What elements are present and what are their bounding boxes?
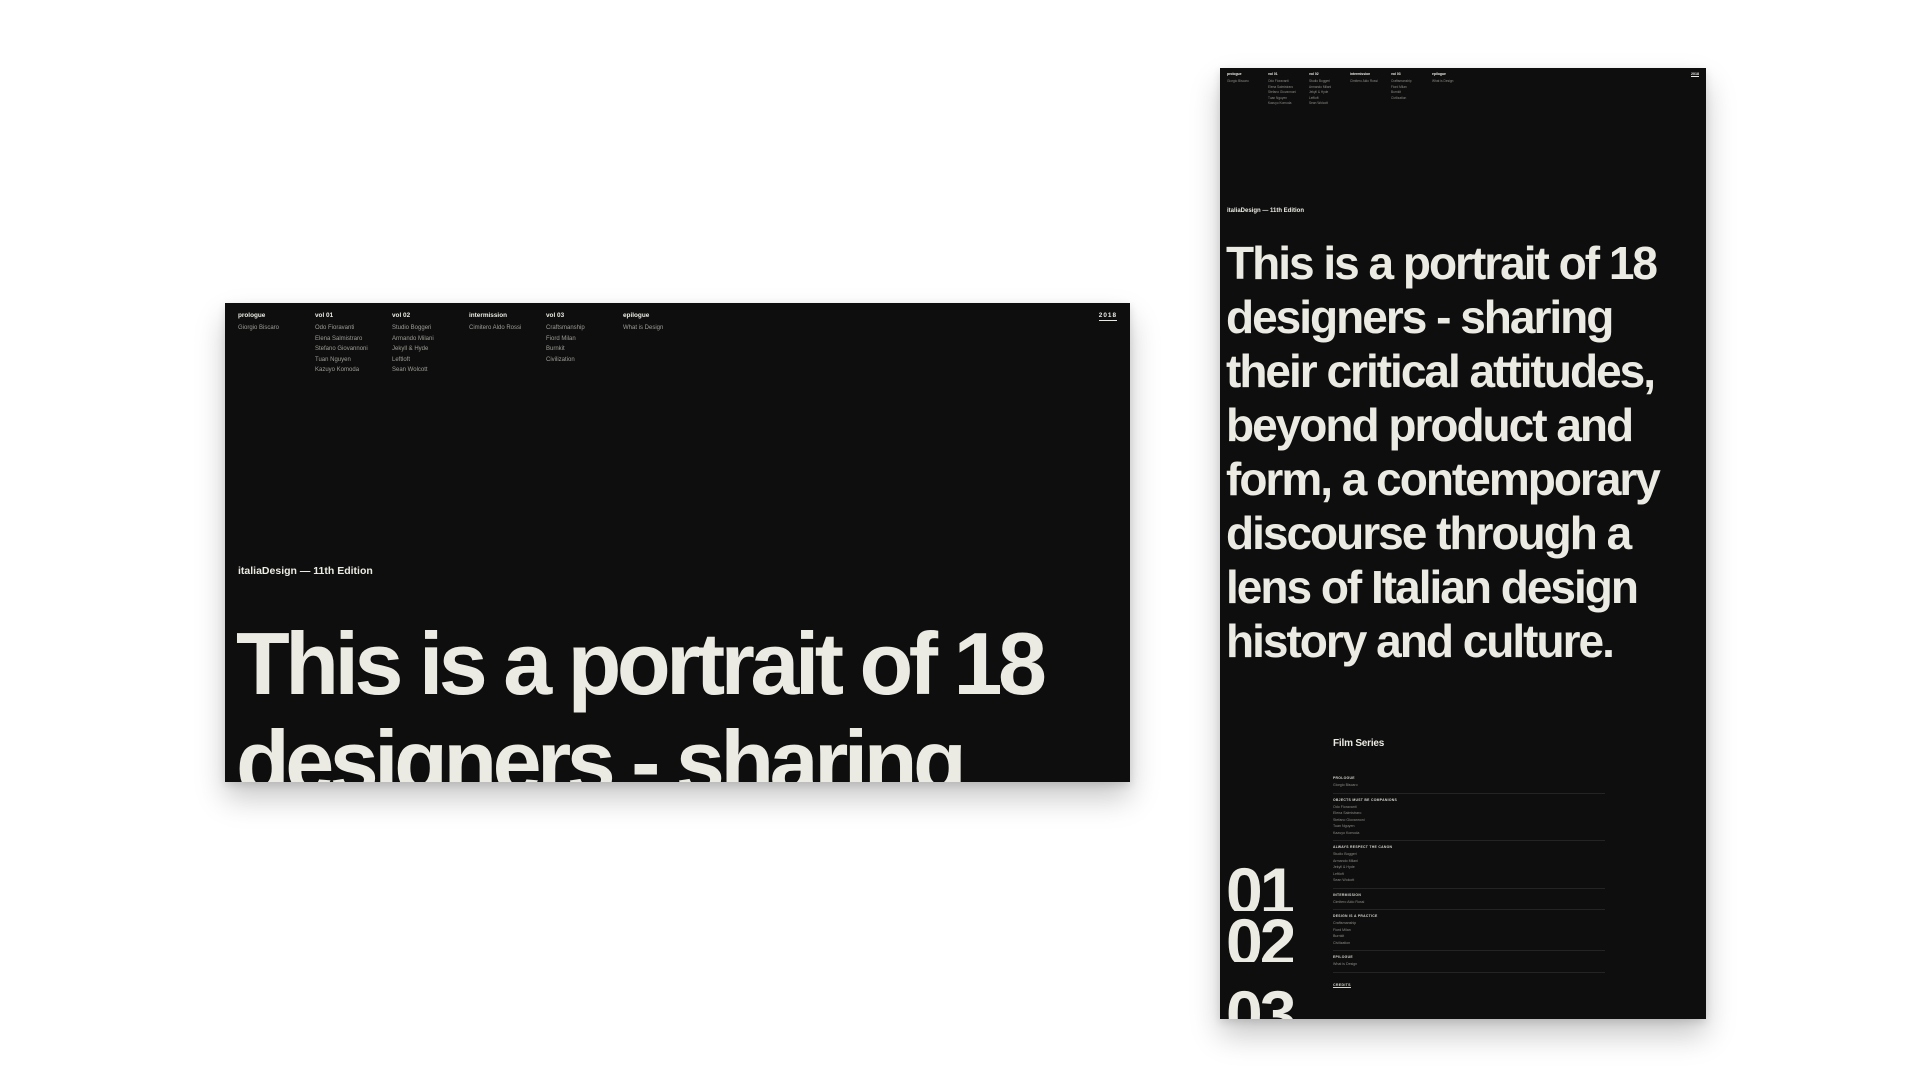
- mobile-screen: prologue Giorgio Biscaro vol 01 Odo Fiorava…: [1220, 68, 1706, 1019]
- desktop-year-link[interactable]: 2018: [1098, 312, 1117, 321]
- film-series-list: PROLOGUE Giorgio Biscaro OBJECTS MUST BE C…: [1333, 774, 1605, 991]
- film-section-epilogue: EPILOGUE What is Design: [1333, 951, 1605, 973]
- mobile-nav-col-intermission: intermission Cimitero Aldo Rossi: [1350, 72, 1391, 107]
- film-episode-link[interactable]: Cimitero Aldo Rossi: [1333, 899, 1605, 906]
- desktop-nav-heading[interactable]: vol 02: [392, 312, 469, 325]
- film-section-heading[interactable]: EPILOGUE: [1333, 955, 1605, 959]
- film-episode-link[interactable]: Civilization: [1333, 940, 1605, 947]
- desktop-nav-link[interactable]: Jekyll & Hyde: [392, 346, 469, 357]
- desktop-nav-heading[interactable]: vol 01: [315, 312, 392, 325]
- film-section-heading[interactable]: ALWAYS RESPECT THE CANON: [1333, 845, 1605, 849]
- film-section-intermission: INTERMISSION Cimitero Aldo Rossi: [1333, 889, 1605, 910]
- desktop-nav-link[interactable]: Cimitero Aldo Rossi: [469, 325, 546, 336]
- desktop-nav-link[interactable]: Studio Boggeri: [392, 325, 469, 336]
- film-episode-link[interactable]: Sean Wolcott: [1333, 877, 1605, 884]
- film-episode-link[interactable]: What is Design: [1333, 961, 1605, 968]
- desktop-top-nav: prologue Giorgio Biscaro vol 01 Odo Fiorava…: [238, 312, 700, 378]
- mobile-nav-heading[interactable]: vol 03: [1391, 72, 1432, 79]
- desktop-nav-link[interactable]: Burnkit: [546, 346, 623, 357]
- mobile-nav-col-vol-01: vol 01 Odo Fioravanti Elena Salmistraro Ste…: [1268, 72, 1309, 107]
- volume-number-03: 03: [1226, 984, 1293, 1019]
- credits-link[interactable]: CREDITS: [1333, 983, 1351, 988]
- desktop-nav-link[interactable]: What is Design: [623, 325, 700, 336]
- desktop-nav-link[interactable]: Stefano Giovannoni: [315, 346, 392, 357]
- desktop-nav-link[interactable]: Tuan Nguyen: [315, 357, 392, 368]
- mobile-nav-col-vol-03: vol 03 Craftsmanship Fiord Milan Burnkit Civ…: [1391, 72, 1432, 107]
- mobile-nav-link[interactable]: Cimitero Aldo Rossi: [1350, 79, 1391, 85]
- mobile-year-link[interactable]: 2018: [1691, 72, 1699, 77]
- mobile-nav-col-vol-02: vol 02 Studio Boggeri Armando Milani Jekyll…: [1309, 72, 1350, 107]
- volume-number-02: 02: [1226, 912, 1294, 962]
- desktop-nav-link[interactable]: Sean Wolcott: [392, 367, 469, 378]
- mobile-nav-heading[interactable]: epilogue: [1432, 72, 1473, 79]
- mobile-nav-link[interactable]: Giorgio Biscaro: [1227, 79, 1268, 85]
- desktop-nav-link[interactable]: Elena Salmistraro: [315, 336, 392, 347]
- film-section-heading[interactable]: PROLOGUE: [1333, 776, 1605, 780]
- desktop-edition-label: italiaDesign — 11th Edition: [238, 565, 373, 577]
- desktop-nav-link[interactable]: Craftsmanship: [546, 325, 623, 336]
- mobile-nav-link[interactable]: Civilization: [1391, 96, 1432, 102]
- desktop-nav-heading[interactable]: prologue: [238, 312, 315, 325]
- desktop-nav-link[interactable]: Fiord Milan: [546, 336, 623, 347]
- film-section-heading[interactable]: DESIGN IS A PRACTICE: [1333, 914, 1605, 918]
- film-section-heading[interactable]: OBJECTS MUST BE COMPANIONS: [1333, 798, 1605, 802]
- film-section-design-is-a-practice: DESIGN IS A PRACTICE Craftsmanship Fiord M…: [1333, 910, 1605, 951]
- mobile-nav-heading[interactable]: intermission: [1350, 72, 1391, 79]
- film-section-heading[interactable]: INTERMISSION: [1333, 893, 1605, 897]
- mobile-nav-col-prologue: prologue Giorgio Biscaro: [1227, 72, 1268, 107]
- desktop-nav-link[interactable]: Odo Fioravanti: [315, 325, 392, 336]
- film-series-title: Film Series: [1333, 738, 1385, 749]
- desktop-nav-col-vol-03: vol 03 Craftsmanship Fiord Milan Burnkit Civ…: [546, 312, 623, 378]
- desktop-nav-link[interactable]: Kazuyo Komoda: [315, 367, 392, 378]
- desktop-nav-col-vol-02: vol 02 Studio Boggeri Armando Milani Jekyll…: [392, 312, 469, 378]
- desktop-nav-heading[interactable]: vol 03: [546, 312, 623, 325]
- mobile-nav-link[interactable]: Sean Wolcott: [1309, 101, 1350, 107]
- desktop-nav-col-prologue: prologue Giorgio Biscaro: [238, 312, 315, 378]
- mobile-nav-heading[interactable]: prologue: [1227, 72, 1268, 79]
- desktop-nav-link[interactable]: Leftloft: [392, 357, 469, 368]
- desktop-nav-col-epilogue: epilogue What is Design: [623, 312, 700, 378]
- desktop-nav-heading[interactable]: epilogue: [623, 312, 700, 325]
- film-episode-link[interactable]: Kazuyo Komoda: [1333, 830, 1605, 837]
- desktop-nav-link[interactable]: Armando Milani: [392, 336, 469, 347]
- mobile-nav-link[interactable]: Kazuyo Komoda: [1268, 101, 1309, 107]
- mobile-nav-heading[interactable]: vol 01: [1268, 72, 1309, 79]
- desktop-headline: This is a portrait of 18 designers - sha…: [236, 614, 1047, 783]
- desktop-nav-col-intermission: intermission Cimitero Aldo Rossi: [469, 312, 546, 378]
- desktop-nav-heading[interactable]: intermission: [469, 312, 546, 325]
- mobile-nav-col-epilogue: epilogue What is Design: [1432, 72, 1473, 107]
- mobile-nav-heading[interactable]: vol 02: [1309, 72, 1350, 79]
- mobile-edition-label: italiaDesign — 11th Edition: [1227, 208, 1305, 214]
- desktop-nav-col-vol-01: vol 01 Odo Fioravanti Elena Salmistraro Ste…: [315, 312, 392, 378]
- film-episode-link[interactable]: Giorgio Biscaro: [1333, 782, 1605, 789]
- volume-number-01: 01: [1226, 861, 1294, 911]
- mobile-headline: This is a portrait of 18 designers - sha…: [1226, 237, 1661, 667]
- mobile-nav-link[interactable]: What is Design: [1432, 79, 1473, 85]
- film-section-prologue: PROLOGUE Giorgio Biscaro: [1333, 774, 1605, 794]
- film-section-objects-must-be-companions: OBJECTS MUST BE COMPANIONS Odo Fioravanti…: [1333, 794, 1605, 841]
- desktop-screen: prologue Giorgio Biscaro vol 01 Odo Fiorava…: [225, 303, 1130, 782]
- film-section-always-respect-the-canon: ALWAYS RESPECT THE CANON Studio Boggeri Ar…: [1333, 841, 1605, 889]
- desktop-nav-link[interactable]: Giorgio Biscaro: [238, 325, 315, 336]
- mobile-top-nav: prologue Giorgio Biscaro vol 01 Odo Fiorava…: [1227, 72, 1473, 107]
- desktop-nav-link[interactable]: Civilization: [546, 357, 623, 368]
